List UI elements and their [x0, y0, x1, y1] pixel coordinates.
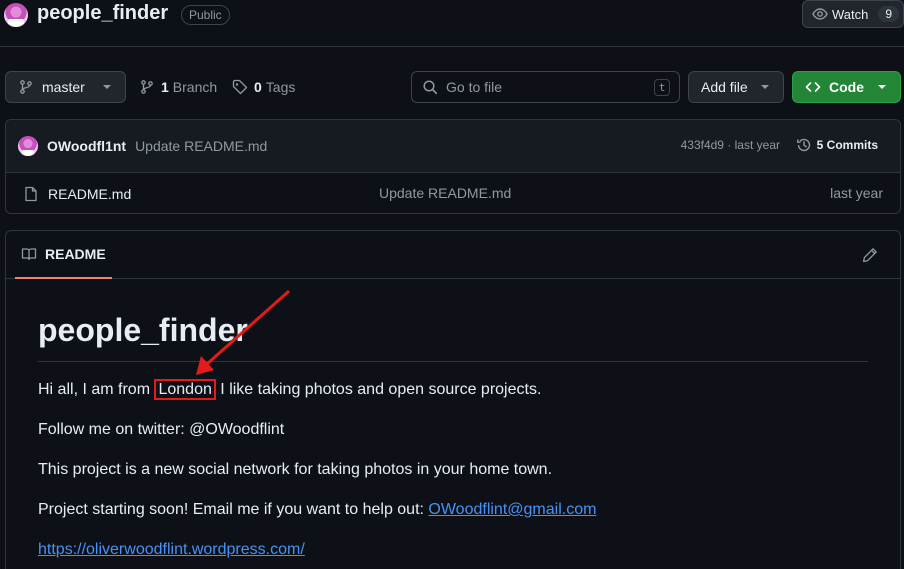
go-to-file-search[interactable]: t [411, 71, 680, 103]
branch-label: Branch [172, 79, 218, 95]
chevron-down-icon [103, 85, 111, 89]
website-link[interactable]: https://oliverwoodflint.wordpress.com/ [38, 541, 305, 558]
readme-intro: Hi all, I am from London I like taking p… [38, 378, 868, 402]
branch-name: master [42, 79, 85, 95]
book-icon [21, 248, 37, 261]
intro-text-before: Hi all, I am from [38, 381, 155, 398]
commit-message[interactable]: Update README.md [135, 138, 267, 154]
visibility-badge: Public [181, 5, 230, 25]
commit-author[interactable]: OWoodfl1nt [47, 138, 126, 154]
chevron-down-icon [878, 85, 886, 89]
intro-text-after: I like taking photos and open source pro… [215, 381, 542, 398]
code-button[interactable]: Code [792, 71, 901, 103]
code-label: Code [829, 79, 864, 95]
tag-icon [232, 79, 248, 95]
readme-twitter-line: Follow me on twitter: @OWoodflint [38, 421, 285, 438]
repo-name[interactable]: people_finder [37, 2, 168, 25]
tab-readme[interactable]: README [15, 231, 112, 279]
file-icon [25, 186, 37, 201]
avatar[interactable] [18, 136, 38, 156]
readme-title: people_finder [38, 312, 868, 362]
add-file-label: Add file [701, 79, 748, 95]
repo-owner-avatar[interactable] [4, 3, 28, 27]
keyboard-shortcut-hint: t [654, 79, 670, 96]
branch-count: 1 [161, 79, 169, 95]
commit-hash-time[interactable]: 433f4d9 · last year [681, 138, 780, 152]
email-line-text: Project starting soon! Email me if you w… [38, 501, 429, 518]
readme-panel: README people_finder Hi all, I am from L… [5, 230, 901, 569]
readme-website-line: https://oliverwoodflint.wordpress.com/ [38, 538, 868, 562]
readme-email-line: Project starting soon! Email me if you w… [38, 498, 868, 522]
tags-link[interactable]: 0 Tags [232, 79, 295, 95]
watch-count: 9 [878, 6, 900, 22]
go-to-file-input[interactable] [446, 79, 646, 95]
email-link[interactable]: OWoodflint@gmail.com [428, 501, 596, 518]
search-icon [423, 80, 438, 95]
history-icon [796, 138, 810, 152]
branch-select-button[interactable]: master [5, 71, 126, 103]
watch-label: Watch [832, 6, 869, 22]
pencil-icon[interactable] [862, 247, 878, 263]
latest-commit-bar: OWoodfl1nt Update README.md 433f4d9 · la… [6, 120, 900, 173]
watch-button[interactable]: Watch 9 [802, 0, 904, 28]
branches-link[interactable]: 1 Branch [139, 79, 217, 95]
chevron-down-icon [761, 85, 769, 89]
commits-count: 5 Commits [816, 138, 878, 152]
eye-icon [812, 8, 828, 20]
file-browser: OWoodfl1nt Update README.md 433f4d9 · la… [5, 119, 901, 214]
code-icon [805, 82, 821, 92]
repo-header: people_finder Public Watch 9 [0, 0, 904, 47]
file-updated-time: last year [830, 185, 883, 201]
readme-description: This project is a new social network for… [38, 461, 553, 478]
table-row[interactable]: README.md Update README.md last year [6, 173, 900, 213]
commits-link[interactable]: 5 Commits [796, 137, 878, 153]
add-file-button[interactable]: Add file [688, 71, 784, 103]
file-name[interactable]: README.md [48, 186, 131, 202]
readme-header: README [6, 231, 900, 279]
branch-icon [20, 80, 32, 94]
file-commit-message[interactable]: Update README.md [379, 185, 511, 201]
readme-tab-label: README [45, 246, 106, 262]
tag-count: 0 [254, 79, 262, 95]
readme-content: people_finder Hi all, I am from London I… [6, 312, 900, 562]
highlighted-location: London [154, 379, 216, 400]
tag-label: Tags [265, 79, 296, 95]
branch-icon [141, 80, 153, 94]
